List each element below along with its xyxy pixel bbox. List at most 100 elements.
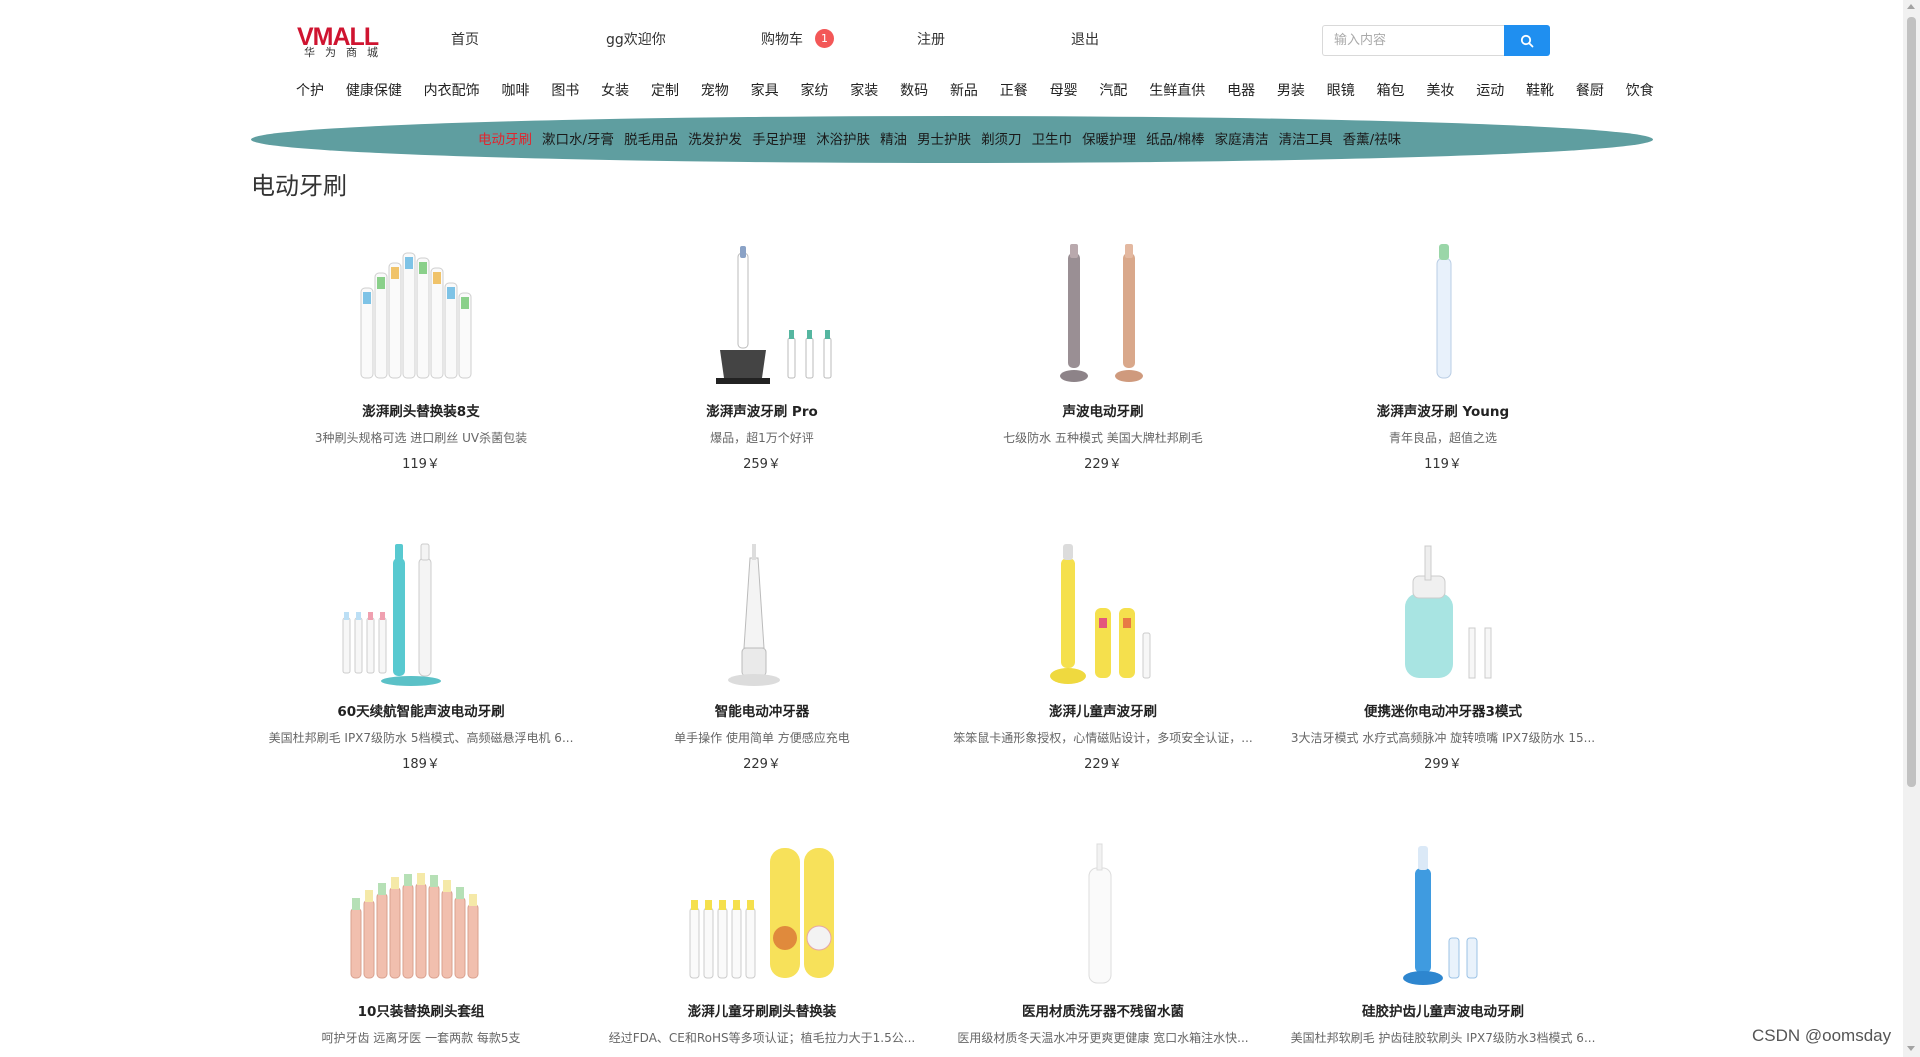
category-item[interactable]: 宠物 (701, 80, 729, 102)
category-item[interactable]: 箱包 (1377, 80, 1405, 102)
product-name[interactable]: 澎湃声波牙刷 Young (1273, 402, 1613, 422)
category-item[interactable]: 鞋靴 (1526, 80, 1554, 102)
product-description: 呵护牙齿 远离牙医 一套两款 每款5支 (321, 1031, 521, 1045)
nav-cart[interactable]: 购物车 (761, 30, 803, 50)
product-card[interactable]: 澎湃儿童牙刷刷头替换装 经过FDA、CE和RoHS等多项认证；植毛拉力大于1.5公… (592, 838, 932, 1056)
product-name[interactable]: 便携迷你电动冲牙器3模式 (1273, 702, 1613, 722)
subcategory-item[interactable]: 脱毛用品 (624, 130, 678, 150)
subcategory-item[interactable]: 纸品/棉棒 (1146, 130, 1205, 150)
category-item[interactable]: 生鲜直供 (1149, 80, 1205, 102)
subcategory-item[interactable]: 漱口水/牙膏 (542, 130, 614, 150)
brush-heads-image[interactable] (251, 238, 591, 388)
category-item[interactable]: 汽配 (1099, 80, 1127, 102)
product-description: 青年良品，超值之选 (1388, 431, 1497, 445)
scrollbar-thumb[interactable] (1907, 17, 1916, 787)
product-price: 189￥ (402, 757, 440, 772)
category-item[interactable]: 咖啡 (501, 80, 529, 102)
product-name[interactable]: 澎湃刷头替换装8支 (251, 402, 591, 422)
product-name[interactable]: 声波电动牙刷 (933, 402, 1273, 422)
kids-toothbrush-image[interactable] (933, 538, 1273, 688)
subcategory-item[interactable]: 男士护肤 (917, 130, 971, 150)
category-item[interactable]: 女装 (601, 80, 629, 102)
category-item[interactable]: 饮食 (1626, 80, 1654, 102)
subcategory-item[interactable]: 沐浴护肤 (816, 130, 870, 150)
category-item[interactable]: 正餐 (1000, 80, 1028, 102)
subcategory-item[interactable]: 剃须刀 (981, 130, 1022, 150)
category-item[interactable]: 母婴 (1050, 80, 1078, 102)
category-item[interactable]: 健康保健 (346, 80, 402, 102)
product-card[interactable]: 澎湃声波牙刷 Young 青年良品，超值之选 119￥ (1273, 238, 1613, 474)
subcategory-item[interactable]: 保暖护理 (1082, 130, 1136, 150)
pink-brush-heads-image[interactable] (251, 838, 591, 988)
category-nav: 个护 健康保健 内衣配饰 咖啡 图书 女装 定制 宠物 家具 家纺 家装 数码 新品 正餐 母婴 汽配 生鲜直供… (296, 80, 1654, 102)
category-item[interactable]: 美妆 (1426, 80, 1454, 102)
product-name[interactable]: 澎湃儿童声波牙刷 (933, 702, 1273, 722)
product-card[interactable]: 医用材质洗牙器不残留水菌 医用级材质冬天温水冲牙更爽更健康 宽口水箱注水快... (933, 838, 1273, 1056)
product-name[interactable]: 澎湃声波牙刷 Pro (592, 402, 932, 422)
category-item[interactable]: 图书 (551, 80, 579, 102)
product-card[interactable]: 便携迷你电动冲牙器3模式 3大洁牙模式 水疗式高频脉冲 旋转喷嘴 IPX7级防水 … (1273, 538, 1613, 774)
subcategory-item[interactable]: 卫生巾 (1032, 130, 1073, 150)
product-name[interactable]: 智能电动冲牙器 (592, 702, 932, 722)
silicone-kids-toothbrush-image[interactable] (1273, 838, 1613, 988)
product-card[interactable]: 60天续航智能声波电动牙刷 美国杜邦刷毛 IPX7级防水 5档模式、高频磁悬浮电机… (251, 538, 591, 774)
product-price: 119￥ (402, 457, 440, 472)
category-item[interactable]: 数码 (900, 80, 928, 102)
vmall-logo[interactable]: VMALL 华为商城 (297, 24, 401, 60)
kids-brush-heads-image[interactable] (592, 838, 932, 988)
product-card[interactable]: 澎湃刷头替换装8支 3种刷头规格可选 进口刷丝 UV杀菌包装 119￥ (251, 238, 591, 474)
category-item[interactable]: 定制 (651, 80, 679, 102)
product-name[interactable]: 医用材质洗牙器不残留水菌 (933, 1002, 1273, 1022)
product-card[interactable]: 10只装替换刷头套组呵护牙齿 远离牙医 一套两款 每款5支 (251, 838, 591, 1056)
category-item[interactable]: 家具 (751, 80, 779, 102)
product-description: 七级防水 五种模式 美国大牌杜邦刷毛 (1003, 431, 1203, 445)
subcategory-item[interactable]: 香薰/祛味 (1343, 130, 1402, 150)
product-description: 美国杜邦软刷毛 护齿硅胶软刷头 IPX7级防水3档模式 6... (1290, 1031, 1596, 1045)
category-item[interactable]: 餐厨 (1576, 80, 1604, 102)
pair-toothbrush-image[interactable] (933, 238, 1273, 388)
product-name[interactable]: 60天续航智能声波电动牙刷 (251, 702, 591, 722)
subcategory-item[interactable]: 精油 (880, 130, 907, 150)
cart-count-badge: 1 (815, 29, 834, 48)
product-card[interactable]: 澎湃儿童声波牙刷 笨笨鼠卡通形象授权，心情磁贴设计，多项安全认证，... 229￥ (933, 538, 1273, 774)
nav-register[interactable]: 注册 (917, 30, 945, 50)
product-price: 119￥ (1424, 457, 1462, 472)
nav-welcome-user[interactable]: gg欢迎你 (606, 30, 666, 50)
vertical-scrollbar[interactable] (1903, 0, 1920, 1057)
medical-flosser-image[interactable] (933, 838, 1273, 988)
page-title: 电动牙刷 (251, 172, 347, 200)
subcategory-item[interactable]: 洗发护发 (688, 130, 742, 150)
category-item[interactable]: 新品 (950, 80, 978, 102)
category-item[interactable]: 家装 (850, 80, 878, 102)
product-card[interactable]: 智能电动冲牙器 单手操作 使用简单 方便感应充电 229￥ (592, 538, 932, 774)
product-card[interactable]: 声波电动牙刷 七级防水 五种模式 美国大牌杜邦刷毛 229￥ (933, 238, 1273, 474)
toothbrush-set-image[interactable] (251, 538, 591, 688)
product-card[interactable]: 硅胶护齿儿童声波电动牙刷美国杜邦软刷毛 护齿硅胶软刷头 IPX7级防水3档模式 … (1273, 838, 1613, 1056)
search-button[interactable] (1504, 25, 1550, 56)
category-item[interactable]: 个护 (296, 80, 324, 102)
product-name[interactable]: 10只装替换刷头套组 (251, 1002, 591, 1022)
portable-flosser-image[interactable] (1273, 538, 1613, 688)
scroll-down-arrow-icon[interactable] (1907, 1046, 1915, 1051)
category-item[interactable]: 男装 (1277, 80, 1305, 102)
toothbrush-young-image[interactable] (1273, 238, 1613, 388)
nav-home[interactable]: 首页 (451, 30, 479, 50)
water-flosser-image[interactable] (592, 538, 932, 688)
subcategory-item[interactable]: 家庭清洁 (1215, 130, 1269, 150)
category-item[interactable]: 家纺 (800, 80, 828, 102)
scroll-up-arrow-icon[interactable] (1907, 4, 1915, 9)
subcategory-item[interactable]: 清洁工具 (1279, 130, 1333, 150)
subcategory-item[interactable]: 手足护理 (752, 130, 806, 150)
search-input[interactable] (1322, 25, 1505, 56)
sonic-toothbrush-pro-image[interactable] (592, 238, 932, 388)
product-name[interactable]: 澎湃儿童牙刷刷头替换装 (592, 1002, 932, 1022)
product-name[interactable]: 硅胶护齿儿童声波电动牙刷 (1273, 1002, 1613, 1022)
category-item[interactable]: 运动 (1476, 80, 1504, 102)
category-item[interactable]: 电器 (1227, 80, 1255, 102)
subcategory-nav: 电动牙刷 漱口水/牙膏 脱毛用品 洗发护发 手足护理 沐浴护肤 精油 男士护肤 剃须刀 卫生巾 保暖… (478, 130, 1401, 150)
category-item[interactable]: 内衣配饰 (424, 80, 480, 102)
subcategory-item-active[interactable]: 电动牙刷 (478, 130, 532, 150)
category-item[interactable]: 眼镜 (1327, 80, 1355, 102)
nav-logout[interactable]: 退出 (1071, 30, 1099, 50)
product-card[interactable]: 澎湃声波牙刷 Pro 爆品，超1万个好评 259￥ (592, 238, 932, 474)
